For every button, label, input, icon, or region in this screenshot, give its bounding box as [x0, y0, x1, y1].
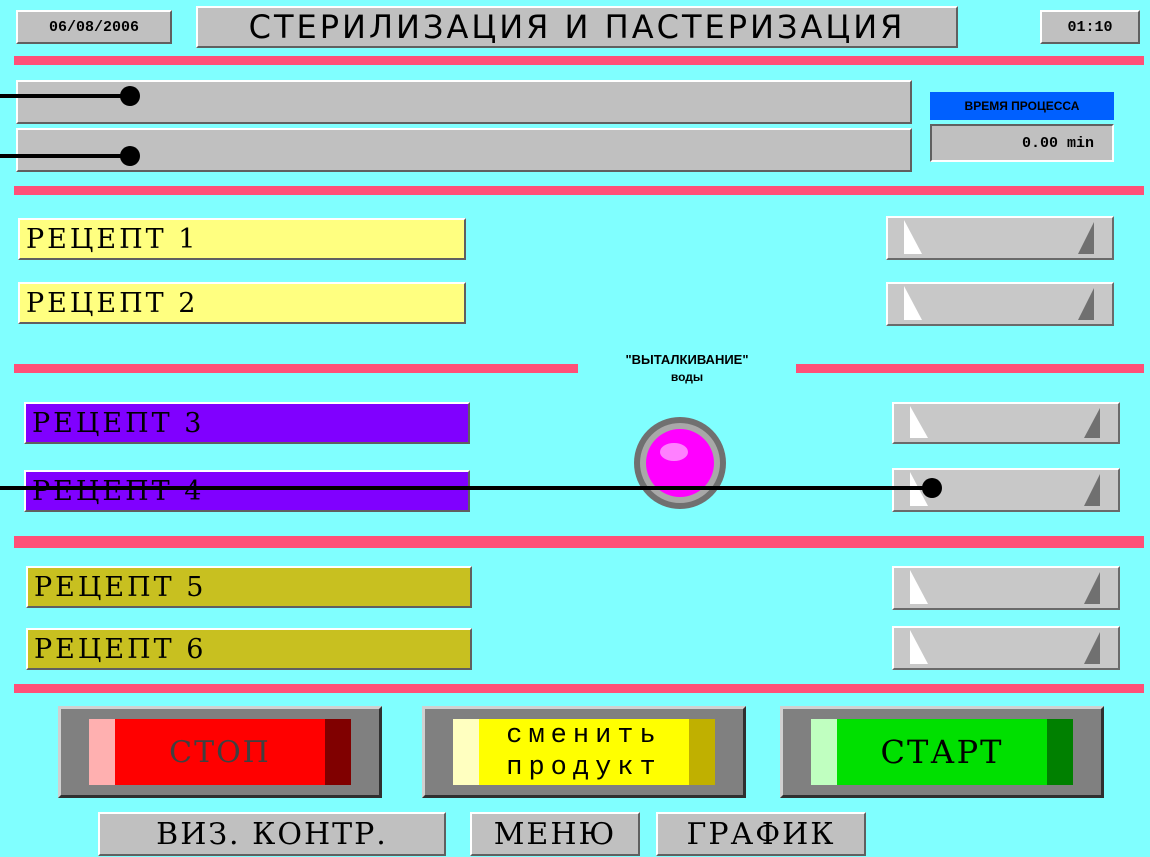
slider-track [910, 570, 1100, 604]
status-field-1 [16, 80, 912, 124]
recipe-5-slider[interactable] [892, 566, 1120, 610]
clock-display: 01:10 [1040, 10, 1140, 44]
divider [14, 536, 1144, 548]
change-product-button[interactable]: сменить продукт [422, 706, 746, 798]
recipe-6-slider[interactable] [892, 626, 1120, 670]
process-time-value: 0.00 min [930, 124, 1114, 162]
stop-button[interactable]: СТОП [58, 706, 382, 798]
pointer-line [0, 154, 130, 158]
slider-track [910, 630, 1100, 664]
divider [14, 186, 1144, 195]
slider-track [904, 220, 1094, 254]
water-push-title: "ВЫТАЛКИВАНИЕ" [625, 352, 749, 367]
recipe-1-button[interactable]: РЕЦЕПТ 1 [18, 218, 466, 260]
recipe-1-slider[interactable] [886, 216, 1114, 260]
pointer-dot [922, 478, 942, 498]
change-product-label-2: продукт [506, 753, 662, 783]
pointer-dot [120, 86, 140, 106]
menu-button[interactable]: МЕНЮ [470, 812, 640, 856]
pointer-dot [120, 146, 140, 166]
divider [14, 364, 578, 373]
slider-track [904, 286, 1094, 320]
process-time-label: ВРЕМЯ ПРОЦЕССА [930, 92, 1114, 120]
recipe-5-button[interactable]: РЕЦЕПТ 5 [26, 566, 472, 608]
start-button-label: СТАРТ [880, 733, 1004, 771]
recipe-2-slider[interactable] [886, 282, 1114, 326]
pointer-line [0, 486, 932, 490]
graph-button[interactable]: ГРАФИК [656, 812, 866, 856]
slider-track [910, 406, 1100, 438]
divider [14, 684, 1144, 693]
change-product-label-1: сменить [506, 721, 662, 751]
status-field-2 [16, 128, 912, 172]
page-title: СТЕРИЛИЗАЦИЯ И ПАСТЕРИЗАЦИЯ [196, 6, 958, 48]
divider [14, 56, 1144, 65]
start-button[interactable]: СТАРТ [780, 706, 1104, 798]
recipe-3-button[interactable]: РЕЦЕПТ 3 [24, 402, 470, 444]
pointer-line [0, 94, 130, 98]
stop-button-label: СТОП [169, 734, 271, 770]
water-push-indicator[interactable] [620, 414, 744, 514]
recipe-2-button[interactable]: РЕЦЕПТ 2 [18, 282, 466, 324]
recipe-4-button[interactable]: РЕЦЕПТ 4 [24, 470, 470, 512]
viz-control-button[interactable]: ВИЗ. КОНТР. [98, 812, 446, 856]
divider [796, 364, 1144, 373]
water-push-subtitle: воды [670, 370, 704, 384]
recipe-3-slider[interactable] [892, 402, 1120, 444]
date-display: 06/08/2006 [16, 10, 172, 44]
recipe-6-button[interactable]: РЕЦЕПТ 6 [26, 628, 472, 670]
